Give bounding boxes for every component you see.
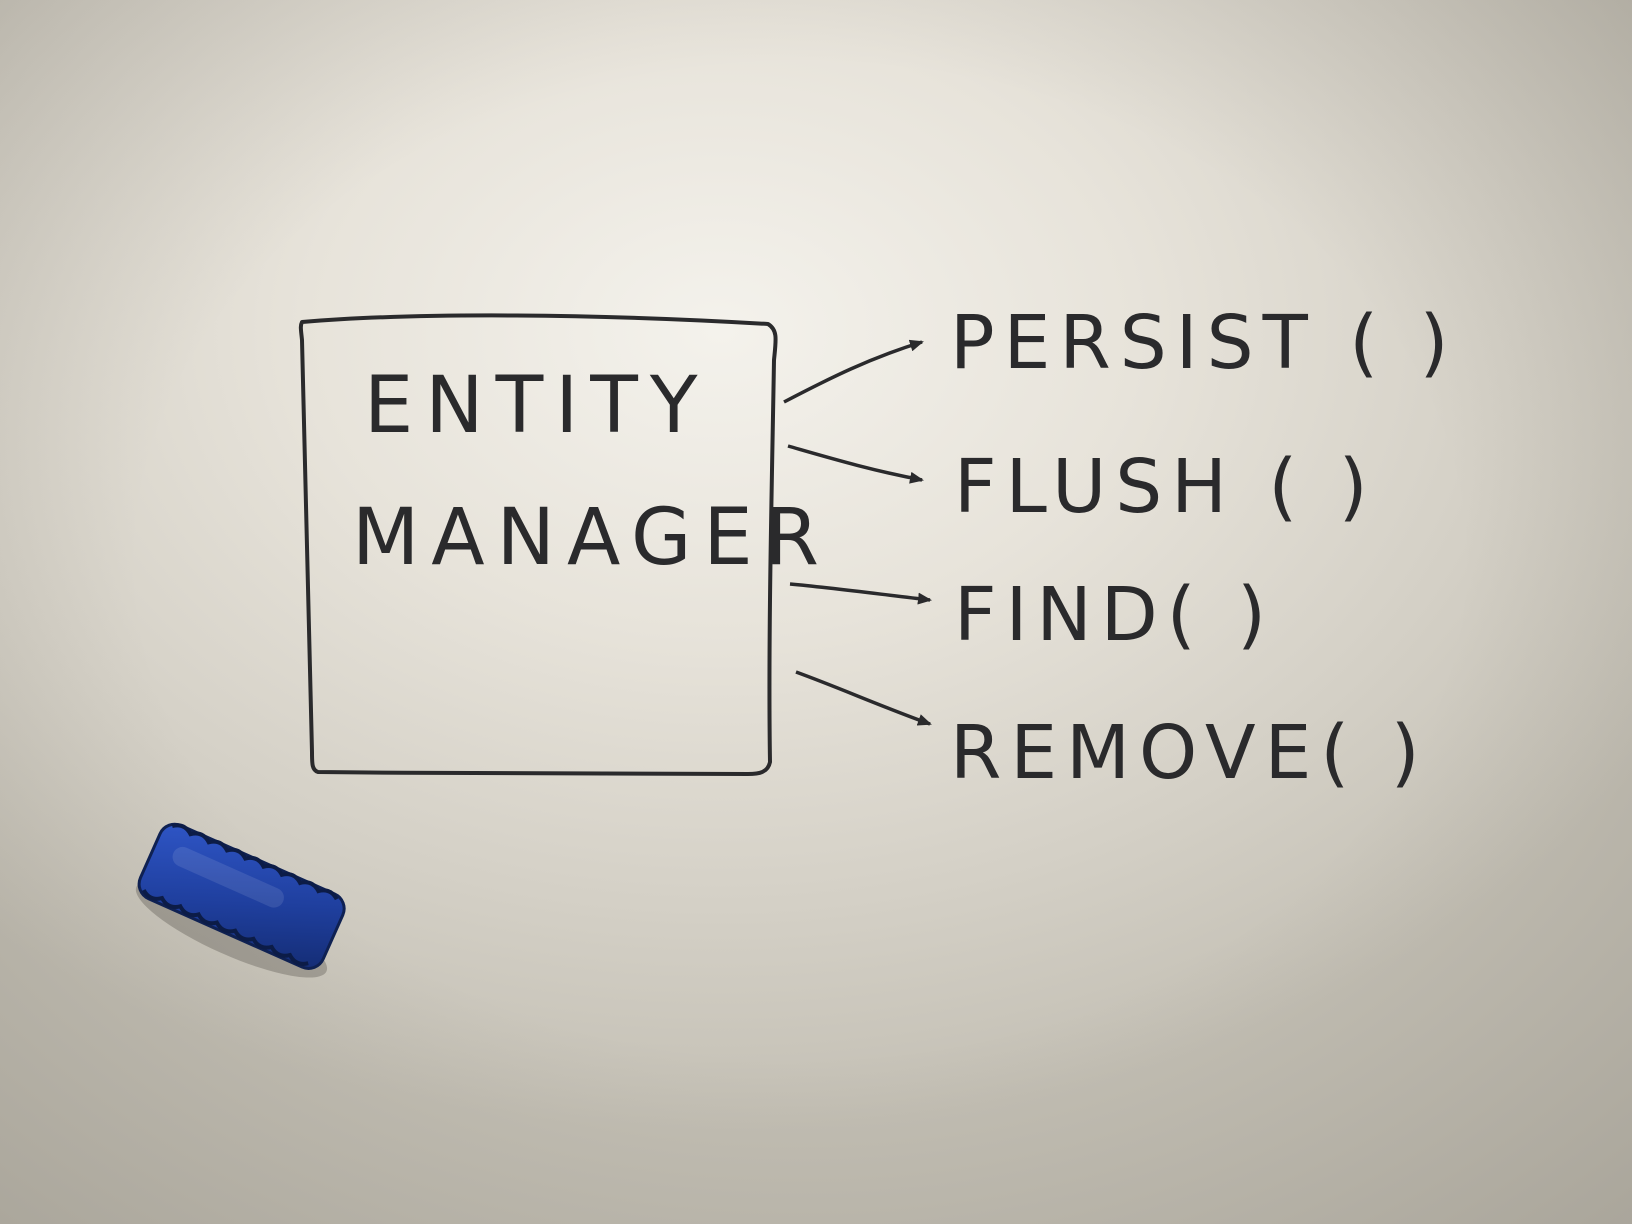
box-label-manager: MANAGER (352, 493, 831, 583)
method-find: FIND( ) (954, 572, 1275, 658)
arrow-to-flush (787, 444, 924, 484)
arrow-to-persist (783, 339, 924, 404)
method-flush: FLUSH ( ) (954, 444, 1377, 530)
method-persist: PERSIST ( ) (950, 300, 1458, 386)
whiteboard-diagram: ENTITY MANAGER PERSIST ( ) FLUSH ( ) FIN… (126, 300, 1458, 995)
eraser[interactable] (126, 819, 357, 995)
arrow-to-find (789, 582, 932, 605)
method-remove: REMOVE( ) (950, 710, 1429, 796)
arrow-to-remove (795, 670, 932, 726)
box-label-entity: ENTITY (364, 361, 710, 451)
